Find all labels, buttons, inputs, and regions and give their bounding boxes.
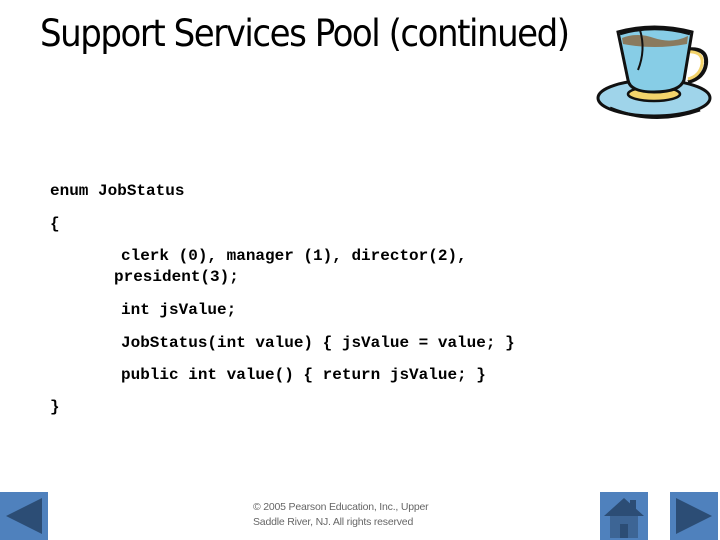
previous-arrow-icon: [6, 498, 42, 534]
code-line: enum JobStatus: [50, 182, 185, 200]
code-line: clerk (0), manager (1), director(2),: [121, 247, 467, 265]
next-slide-button[interactable]: [670, 492, 718, 540]
code-line: }: [50, 398, 60, 416]
home-button[interactable]: [600, 492, 648, 540]
code-line: {: [50, 215, 60, 233]
code-line: int jsValue;: [121, 301, 237, 319]
previous-slide-button[interactable]: [0, 492, 48, 540]
home-icon: [604, 498, 644, 538]
footer-line-2: Saddle River, NJ. All rights reserved: [253, 516, 414, 528]
code-line: JobStatus(int value) { jsValue = value; …: [121, 334, 515, 352]
footer-line-1: © 2005 Pearson Education, Inc., Upper: [253, 501, 429, 513]
code-line: public int value() { return jsValue; }: [121, 366, 486, 384]
teacup-icon: [592, 10, 718, 122]
next-arrow-icon: [676, 498, 712, 534]
code-line: president(3);: [114, 268, 239, 286]
copyright-footer: © 2005 Pearson Education, Inc., Upper Sa…: [253, 500, 429, 530]
slide-title: Support Services Pool (continued): [40, 12, 570, 55]
